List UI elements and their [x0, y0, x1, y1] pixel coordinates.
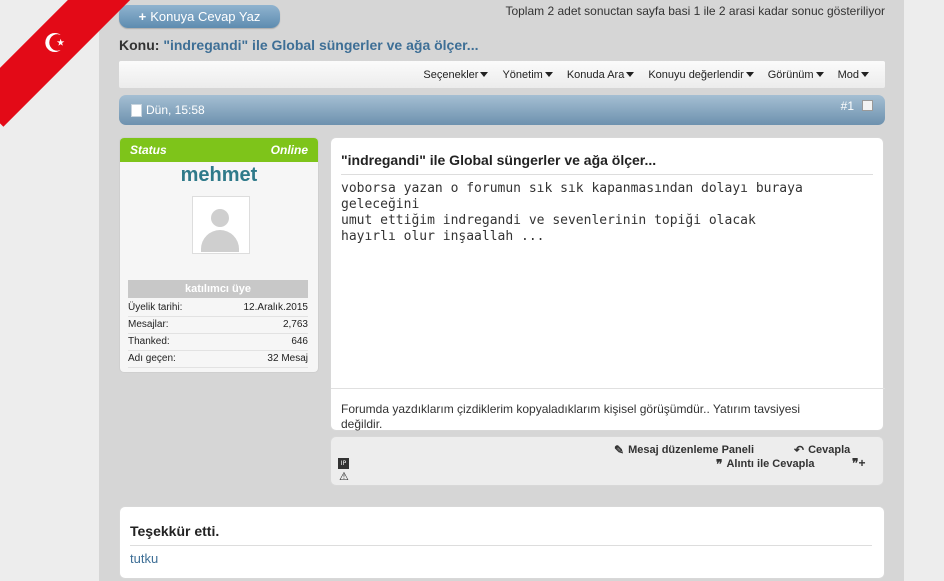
plus-icon: +	[138, 9, 147, 24]
menu-mod-label: Mod	[837, 68, 859, 81]
thanks-title: Teşekkür etti.	[130, 523, 872, 546]
stat-row: Adı geçen: 32 Mesaj	[128, 351, 308, 368]
menu-options[interactable]: Seçenekler	[423, 68, 489, 81]
quote-reply-label: Alıntı ile Cevapla	[726, 458, 815, 470]
multi-quote-icon: ❞+	[852, 456, 866, 470]
menu-view[interactable]: Görünüm	[768, 69, 824, 81]
post-body: voborsa yazan o forumun sık sık kapanmas…	[341, 181, 803, 244]
multi-quote-button[interactable]: ❞+	[852, 456, 869, 470]
pencil-icon: ✎	[614, 443, 625, 457]
reply-to-thread-button[interactable]: + Konuya Cevap Yaz	[119, 5, 280, 28]
menu-management[interactable]: Yönetim	[502, 68, 553, 81]
page-margin-right	[904, 0, 944, 581]
stat-value: 646	[291, 336, 308, 347]
caret-down-icon	[626, 72, 635, 77]
quote-reply-button[interactable]: ❞ Alıntı ile Cevapla	[716, 457, 815, 471]
post-date-text: Dün, 15:58	[146, 103, 205, 117]
reply-button[interactable]: ↶ Cevapla	[794, 443, 850, 457]
thread-prefix: Konu:	[119, 37, 160, 53]
stat-value: 2,763	[282, 319, 308, 330]
menu-search-thread-label: Konuda Ara	[566, 68, 625, 81]
quote-bubble-icon: ❞	[716, 457, 723, 471]
post-title: "indregandi" ile Global süngerler ve ağa…	[341, 152, 873, 175]
thanks-box: Teşekkür etti. tutku	[119, 506, 885, 579]
menu-options-label: Seçenekler	[423, 68, 479, 81]
signature-text: Forumda yazdıklarım çizdiklerim kopyalad…	[341, 402, 801, 431]
stat-row: Üyelik tarihi: 12.Aralık.2015	[128, 300, 308, 317]
status-value: Online	[270, 143, 308, 157]
caret-down-icon	[815, 72, 824, 77]
reply-arrow-icon: ↶	[794, 443, 805, 457]
thread-title-link[interactable]: "indregandi" ile Global süngerler ve ağa…	[163, 37, 478, 53]
thread-toolbar: Seçenekler Yönetim Konuda Ara Konuyu değ…	[119, 61, 885, 88]
caret-down-icon	[544, 72, 553, 77]
user-rank: katılımcı üye	[128, 280, 308, 298]
post-select-checkbox[interactable]	[862, 100, 873, 111]
stat-label: Mesajlar:	[128, 319, 169, 330]
menu-management-label: Yönetim	[502, 68, 543, 81]
stat-label: Üyelik tarihi:	[128, 302, 183, 313]
status-label: Status	[130, 143, 167, 157]
thread-heading: Konu: "indregandi" ile Global süngerler …	[119, 37, 478, 53]
crescent-star-icon: ☪	[43, 29, 67, 59]
stat-value: 32 Mesaj	[267, 353, 308, 364]
edit-panel-button[interactable]: ✎ Mesaj düzenleme Paneli	[614, 443, 754, 457]
menu-view-label: Görünüm	[767, 68, 814, 81]
stat-label: Thanked:	[128, 336, 170, 347]
reply-label: Cevapla	[808, 444, 851, 456]
thanks-user-link[interactable]: tutku	[130, 551, 158, 566]
caret-down-icon	[861, 72, 869, 77]
user-stats: Üyelik tarihi: 12.Aralık.2015 Mesajlar: 2,…	[128, 300, 308, 368]
menu-rate-thread[interactable]: Konuyu değerlendir	[648, 68, 754, 81]
caret-down-icon	[480, 72, 489, 77]
results-info: Toplam 2 adet sonuctan sayfa basi 1 ile …	[505, 4, 885, 18]
avatar-body	[201, 230, 239, 252]
forum-content: + Konuya Cevap Yaz Toplam 2 adet sonuctan…	[99, 0, 904, 581]
post-actions-bar: IP ⚠ ✎ Mesaj düzenleme Paneli ↶ Cevapla ❞ A…	[330, 436, 884, 486]
menu-mod[interactable]: Mod	[838, 69, 869, 81]
avatar[interactable]	[192, 196, 250, 254]
reply-to-thread-label: Konuya Cevap Yaz	[150, 9, 261, 24]
post-date: Dün, 15:58	[131, 103, 205, 117]
report-warning-icon[interactable]: ⚠	[339, 470, 349, 483]
stat-value: 12.Aralık.2015	[243, 302, 309, 313]
post-content: "indregandi" ile Global süngerler ve ağa…	[330, 137, 885, 431]
stat-row: Mesajlar: 2,763	[128, 317, 308, 334]
post-number-link[interactable]: #1	[841, 99, 854, 113]
stat-row: Thanked: 646	[128, 334, 308, 351]
edit-panel-label: Mesaj düzenleme Paneli	[628, 444, 754, 456]
document-icon	[131, 103, 142, 117]
ip-icon[interactable]: IP	[338, 458, 349, 469]
caret-down-icon	[745, 72, 754, 77]
username-link[interactable]: mehmet	[120, 164, 318, 187]
avatar-head	[211, 209, 229, 227]
menu-rate-thread-label: Konuyu değerlendir	[648, 68, 744, 81]
signature: Forumda yazdıklarım çizdiklerim kopyalad…	[331, 388, 885, 431]
post-header-bar: Dün, 15:58 #1	[119, 95, 885, 125]
user-info-panel: Status Online mehmet katılımcı üye Üyelik…	[119, 137, 319, 373]
menu-search-thread[interactable]: Konuda Ara	[567, 69, 635, 81]
stat-label: Adı geçen:	[128, 353, 176, 364]
user-status-bar: Status Online	[120, 138, 318, 162]
